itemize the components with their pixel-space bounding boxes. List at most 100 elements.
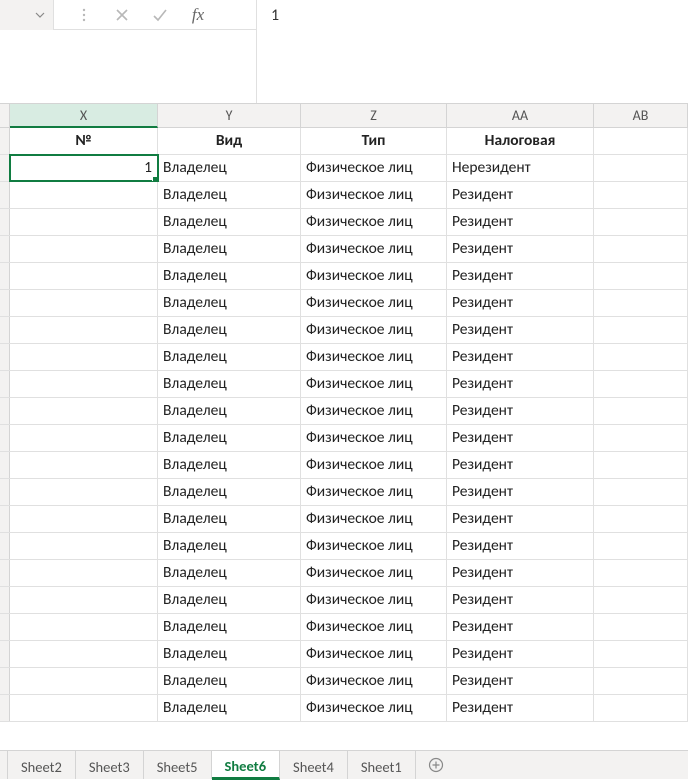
cell[interactable]: Физическое лиц bbox=[301, 641, 447, 667]
row-header[interactable] bbox=[0, 452, 10, 478]
cell[interactable] bbox=[594, 209, 688, 235]
column-header-Z[interactable]: Z bbox=[301, 104, 447, 127]
cell[interactable]: Физическое лиц bbox=[301, 236, 447, 262]
row-header[interactable] bbox=[0, 479, 10, 505]
add-sheet-button[interactable] bbox=[416, 751, 456, 779]
cell[interactable] bbox=[10, 236, 158, 262]
cell[interactable] bbox=[10, 182, 158, 208]
cell[interactable]: Владелец bbox=[158, 209, 301, 235]
cell[interactable]: Физическое лиц bbox=[301, 344, 447, 370]
cell[interactable] bbox=[594, 155, 688, 181]
row-header[interactable] bbox=[0, 182, 10, 208]
cell[interactable]: Владелец bbox=[158, 587, 301, 613]
row-header[interactable] bbox=[0, 425, 10, 451]
cell[interactable]: Владелец bbox=[158, 236, 301, 262]
cell[interactable]: Владелец bbox=[158, 182, 301, 208]
sheet-tab-sheet5[interactable]: Sheet5 bbox=[144, 751, 212, 779]
cell[interactable] bbox=[594, 479, 688, 505]
cell[interactable]: Владелец bbox=[158, 506, 301, 532]
cell[interactable]: Владелец bbox=[158, 533, 301, 559]
row-header[interactable] bbox=[0, 506, 10, 532]
cell[interactable] bbox=[594, 398, 688, 424]
cell-header[interactable]: № bbox=[10, 128, 158, 154]
cell[interactable]: Физическое лиц bbox=[301, 182, 447, 208]
cell[interactable]: Резидент bbox=[447, 668, 594, 694]
cell[interactable] bbox=[594, 317, 688, 343]
cell[interactable] bbox=[594, 533, 688, 559]
sheet-tab-sheet4[interactable]: Sheet4 bbox=[280, 751, 348, 779]
formula-input[interactable]: 1 bbox=[256, 0, 688, 103]
cell[interactable] bbox=[594, 695, 688, 721]
cell-header[interactable] bbox=[594, 128, 688, 154]
row-header[interactable] bbox=[0, 695, 10, 721]
cell[interactable]: Владелец bbox=[158, 263, 301, 289]
cell[interactable]: Резидент bbox=[447, 371, 594, 397]
cell[interactable]: Физическое лиц bbox=[301, 560, 447, 586]
cell[interactable]: Владелец bbox=[158, 614, 301, 640]
row-header[interactable] bbox=[0, 614, 10, 640]
cell[interactable] bbox=[10, 344, 158, 370]
sheet-tab-sheet6[interactable]: Sheet6 bbox=[212, 751, 281, 780]
sheet-tab-sheet1[interactable]: Sheet1 bbox=[348, 751, 416, 779]
cell[interactable]: Владелец bbox=[158, 344, 301, 370]
cell[interactable] bbox=[594, 452, 688, 478]
column-header-AA[interactable]: AA bbox=[447, 104, 594, 127]
cell[interactable]: Резидент bbox=[447, 479, 594, 505]
cell[interactable] bbox=[594, 290, 688, 316]
cell[interactable] bbox=[10, 614, 158, 640]
cell-header[interactable]: Вид bbox=[158, 128, 301, 154]
cell[interactable]: Резидент bbox=[447, 236, 594, 262]
cell[interactable] bbox=[10, 479, 158, 505]
cell[interactable]: Владелец bbox=[158, 155, 301, 181]
cell[interactable] bbox=[594, 236, 688, 262]
cell[interactable] bbox=[594, 263, 688, 289]
cell[interactable]: Владелец bbox=[158, 290, 301, 316]
row-header[interactable] bbox=[0, 344, 10, 370]
row-header[interactable] bbox=[0, 533, 10, 559]
row-header[interactable] bbox=[0, 371, 10, 397]
cell[interactable]: Резидент bbox=[447, 398, 594, 424]
cell[interactable]: Физическое лиц bbox=[301, 317, 447, 343]
cell[interactable]: Владелец bbox=[158, 641, 301, 667]
cell[interactable]: Резидент bbox=[447, 506, 594, 532]
cell[interactable] bbox=[594, 506, 688, 532]
cell[interactable]: Нерезидент bbox=[447, 155, 594, 181]
cell[interactable]: 1 bbox=[10, 155, 158, 181]
row-header[interactable] bbox=[0, 290, 10, 316]
cell[interactable] bbox=[10, 425, 158, 451]
cell[interactable]: Физическое лиц bbox=[301, 695, 447, 721]
row-header[interactable] bbox=[0, 317, 10, 343]
cell[interactable] bbox=[10, 317, 158, 343]
row-header[interactable] bbox=[0, 587, 10, 613]
cell[interactable]: Резидент bbox=[447, 641, 594, 667]
cell[interactable]: Резидент bbox=[447, 695, 594, 721]
cell[interactable]: Владелец bbox=[158, 371, 301, 397]
cell[interactable]: Резидент bbox=[447, 452, 594, 478]
cell[interactable] bbox=[10, 290, 158, 316]
row-header[interactable] bbox=[0, 668, 10, 694]
cell[interactable]: Владелец bbox=[158, 425, 301, 451]
row-header[interactable] bbox=[0, 641, 10, 667]
cell[interactable]: Резидент bbox=[447, 560, 594, 586]
cell[interactable]: Физическое лиц bbox=[301, 614, 447, 640]
cell[interactable] bbox=[594, 668, 688, 694]
column-header-Y[interactable]: Y bbox=[158, 104, 301, 127]
column-header-X[interactable]: X bbox=[10, 104, 158, 128]
cell[interactable]: Владелец bbox=[158, 560, 301, 586]
cell[interactable]: Владелец bbox=[158, 695, 301, 721]
cell[interactable]: Физическое лиц bbox=[301, 209, 447, 235]
cell[interactable] bbox=[10, 695, 158, 721]
cell[interactable]: Владелец bbox=[158, 452, 301, 478]
cell[interactable]: Резидент bbox=[447, 587, 594, 613]
cell[interactable]: Владелец bbox=[158, 668, 301, 694]
column-header-AB[interactable]: AB bbox=[594, 104, 688, 127]
cell[interactable]: Физическое лиц bbox=[301, 479, 447, 505]
cell[interactable] bbox=[10, 452, 158, 478]
cell[interactable] bbox=[594, 182, 688, 208]
row-header[interactable] bbox=[0, 155, 10, 181]
cancel-button[interactable] bbox=[112, 5, 132, 25]
cell[interactable] bbox=[10, 641, 158, 667]
cell[interactable]: Физическое лиц bbox=[301, 587, 447, 613]
cell[interactable]: Физическое лиц bbox=[301, 290, 447, 316]
cell[interactable]: Резидент bbox=[447, 209, 594, 235]
